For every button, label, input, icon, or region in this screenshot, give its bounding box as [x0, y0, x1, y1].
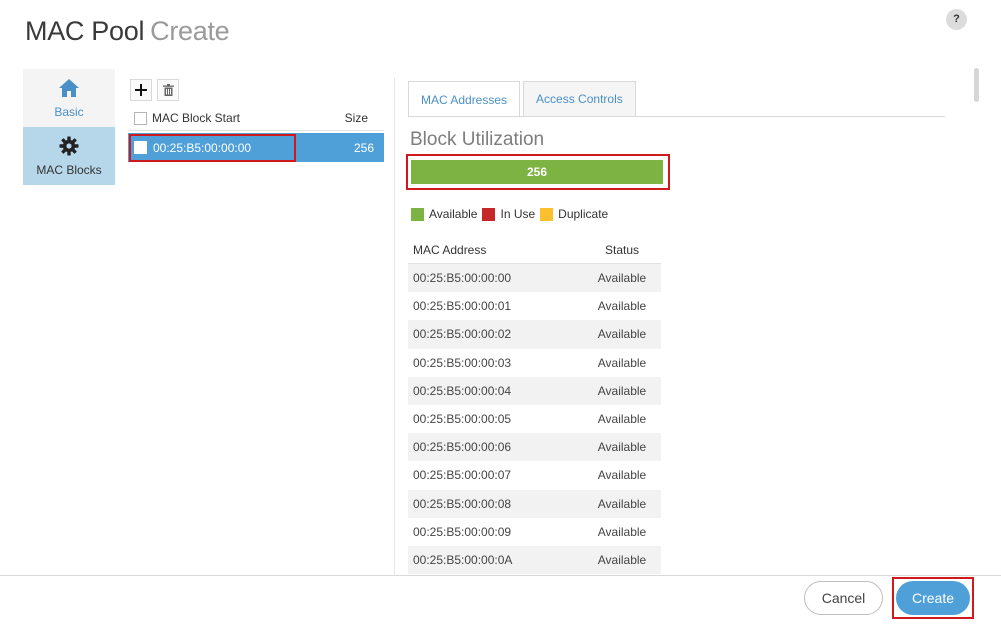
block-size-value: 256 [353, 140, 374, 155]
table-row[interactable]: 00:25:B5:00:00:02 Available [408, 320, 661, 349]
status-cell: Available [597, 299, 647, 314]
mac-table-body: 00:25:B5:00:00:00 Available 00:25:B5:00:00… [408, 264, 661, 575]
legend-in-use: In Use [482, 207, 535, 221]
home-icon [58, 78, 80, 101]
status-cell: Available [597, 524, 647, 539]
mac-address-cell: 00:25:B5:00:00:09 [413, 524, 512, 539]
table-row[interactable]: 00:25:B5:00:00:06 Available [408, 433, 661, 462]
mac-address-cell: 00:25:B5:00:00:06 [413, 440, 512, 455]
table-row[interactable]: 00:25:B5:00:00:04 Available [408, 376, 661, 405]
tab-mac-addresses[interactable]: MAC Addresses [408, 81, 521, 118]
mac-address-cell: 00:25:B5:00:00:03 [413, 355, 512, 370]
status-cell: Available [597, 440, 647, 455]
status-cell: Available [597, 468, 647, 483]
mac-address-table: MAC Address Status 00:25:B5:00:00:00 Avai… [408, 236, 661, 575]
mac-address-cell: 00:25:B5:00:00:07 [413, 468, 512, 483]
mac-address-cell: 00:25:B5:00:00:02 [413, 327, 512, 342]
table-row[interactable]: 00:25:B5:00:00:01 Available [408, 292, 661, 320]
legend-swatch-in-use [482, 207, 496, 221]
create-button[interactable]: Create [896, 581, 970, 615]
legend-label-available: Available [429, 207, 478, 221]
block-row[interactable]: 00:25:B5:00:00:00 256 [128, 133, 384, 162]
delete-block-button[interactable] [157, 79, 179, 101]
gear-icon [59, 136, 79, 159]
nav-item-mac-blocks-label: MAC Blocks [36, 162, 102, 177]
table-row[interactable]: 00:25:B5:00:00:07 Available [408, 461, 661, 489]
mac-address-cell: 00:25:B5:00:00:08 [413, 496, 512, 511]
add-block-button[interactable] [130, 79, 152, 101]
legend-available: Available [411, 207, 477, 221]
nav-item-basic-label: Basic [54, 104, 84, 119]
status-cell: Available [597, 271, 647, 286]
plus-icon [135, 84, 147, 96]
select-all-checkbox[interactable] [134, 111, 147, 125]
table-row[interactable]: 00:25:B5:00:00:09 Available [408, 518, 661, 546]
column-header-mac-address: MAC Address [413, 242, 487, 257]
status-cell: Available [597, 355, 647, 370]
block-toolbar [130, 79, 179, 101]
block-start-value: 00:25:B5:00:00:00 [153, 140, 252, 155]
page-title-mode: Create [150, 16, 230, 46]
page-title: MAC Pool Create [25, 16, 230, 47]
status-cell: Available [597, 327, 647, 342]
block-list-header: MAC Block Start Size [128, 106, 384, 131]
page-title-main: MAC Pool [25, 16, 145, 46]
help-button[interactable]: ? [946, 9, 967, 30]
table-row[interactable]: 00:25:B5:00:00:0A Available [408, 545, 661, 575]
mac-table-header: MAC Address Status [408, 236, 661, 264]
legend-label-in-use: In Use [500, 207, 536, 221]
column-header-block-start: MAC Block Start [152, 111, 241, 125]
mac-address-cell: 00:25:B5:00:00:05 [413, 412, 512, 427]
wizard-nav: Basic MAC Blocks [23, 69, 115, 185]
cancel-button[interactable]: Cancel [804, 581, 883, 615]
status-cell: Available [597, 552, 647, 567]
legend-swatch-available [411, 207, 424, 221]
table-row[interactable]: 00:25:B5:00:00:08 Available [408, 489, 661, 518]
table-row[interactable]: 00:25:B5:00:00:00 Available [408, 264, 661, 293]
column-header-size: Size [344, 111, 368, 125]
nav-item-basic[interactable]: Basic [23, 69, 115, 127]
scrollbar-thumb[interactable] [974, 68, 979, 102]
block-row-checkbox[interactable] [134, 141, 147, 154]
utilization-legend: Available In Use Duplicate [411, 207, 613, 221]
mac-address-cell: 00:25:B5:00:00:0A [413, 552, 513, 567]
detail-tabs: MAC Addresses Access Controls [408, 81, 636, 118]
nav-item-mac-blocks[interactable]: MAC Blocks [23, 127, 115, 185]
panel-divider [394, 78, 395, 575]
mac-address-cell: 00:25:B5:00:00:04 [413, 383, 512, 398]
mac-address-cell: 00:25:B5:00:00:01 [413, 299, 512, 314]
block-utilization-title: Block Utilization [410, 129, 545, 150]
tab-access-controls[interactable]: Access Controls [523, 81, 636, 117]
legend-swatch-duplicate [540, 207, 554, 221]
status-cell: Available [597, 383, 647, 398]
status-cell: Available [597, 412, 647, 427]
legend-label-duplicate: Duplicate [558, 207, 609, 221]
mac-address-cell: 00:25:B5:00:00:00 [413, 271, 512, 286]
legend-duplicate: Duplicate [540, 207, 608, 221]
table-row[interactable]: 00:25:B5:00:00:05 Available [408, 405, 661, 433]
tab-underline [408, 116, 945, 117]
status-cell: Available [597, 496, 647, 511]
column-header-status: Status [604, 242, 640, 257]
trash-icon [162, 84, 174, 96]
table-row[interactable]: 00:25:B5:00:00:03 Available [408, 349, 661, 377]
utilization-bar: 256 [411, 160, 663, 184]
